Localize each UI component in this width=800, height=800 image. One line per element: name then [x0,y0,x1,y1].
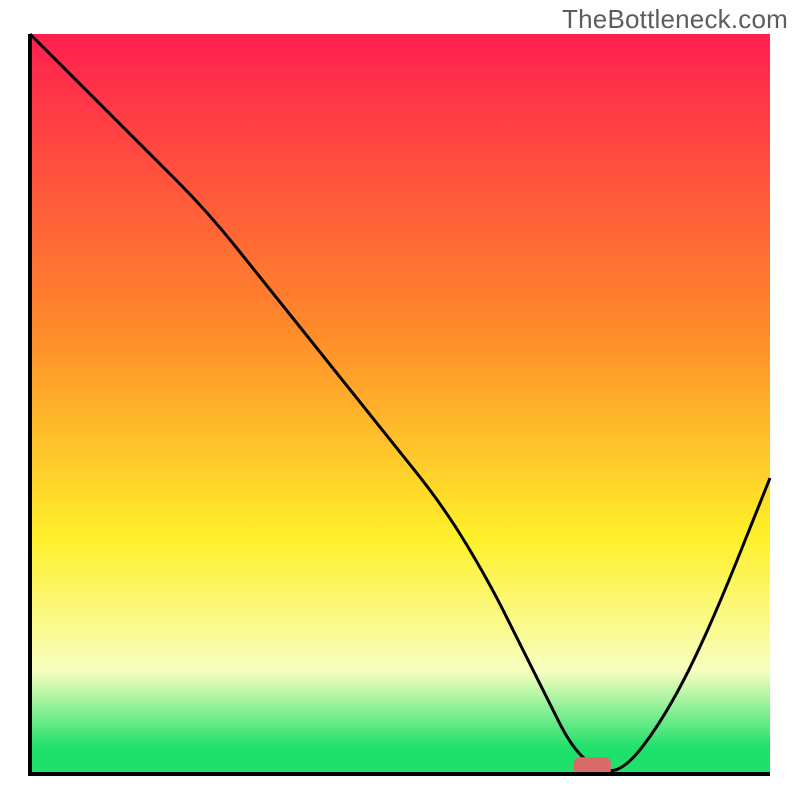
chart-container: { "watermark": "TheBottleneck.com", "col… [0,0,800,800]
bottleneck-chart [0,0,800,800]
